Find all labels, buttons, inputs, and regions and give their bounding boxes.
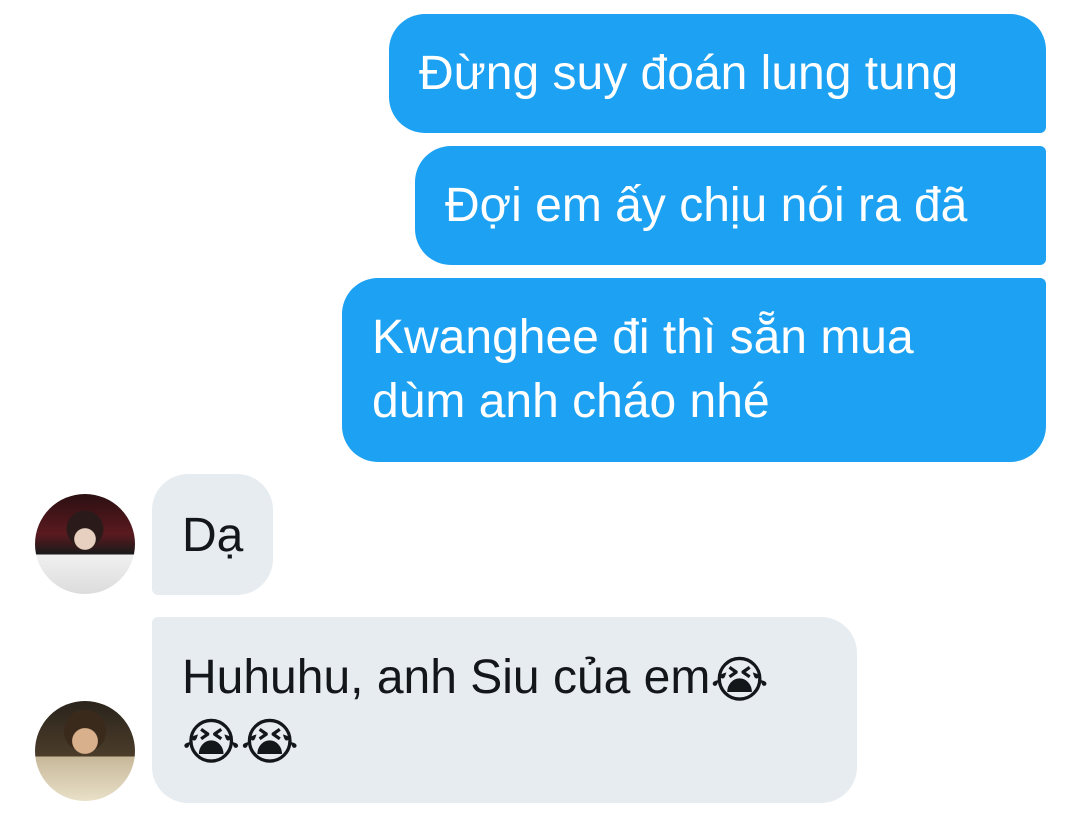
crying-emoji-icon: 😭 bbox=[240, 714, 299, 770]
incoming-message[interactable]: Huhuhu, anh Siu của em😭 😭😭 bbox=[152, 617, 857, 803]
message-text: Kwanghee đi thì sẵn mua dùm anh cháo nhé bbox=[372, 311, 914, 428]
message-text: Huhuhu, anh Siu của em bbox=[182, 651, 711, 704]
outgoing-message[interactable]: Kwanghee đi thì sẵn mua dùm anh cháo nhé bbox=[342, 278, 1046, 462]
chat-conversation: Đừng suy đoán lung tung Đợi em ấy chịu n… bbox=[0, 0, 1080, 825]
outgoing-message[interactable]: Đừng suy đoán lung tung bbox=[389, 14, 1046, 133]
outgoing-message[interactable]: Đợi em ấy chịu nói ra đã bbox=[415, 146, 1046, 265]
crying-emoji-icon: 😭 bbox=[182, 714, 241, 770]
crying-emoji-icon: 😭 bbox=[710, 652, 769, 708]
message-text: Đợi em ấy chịu nói ra đã bbox=[445, 179, 968, 232]
message-text: Đừng suy đoán lung tung bbox=[419, 47, 959, 100]
message-text: Dạ bbox=[182, 509, 244, 562]
avatar[interactable] bbox=[35, 494, 135, 594]
incoming-message[interactable]: Dạ bbox=[152, 474, 273, 595]
avatar[interactable] bbox=[35, 701, 135, 801]
